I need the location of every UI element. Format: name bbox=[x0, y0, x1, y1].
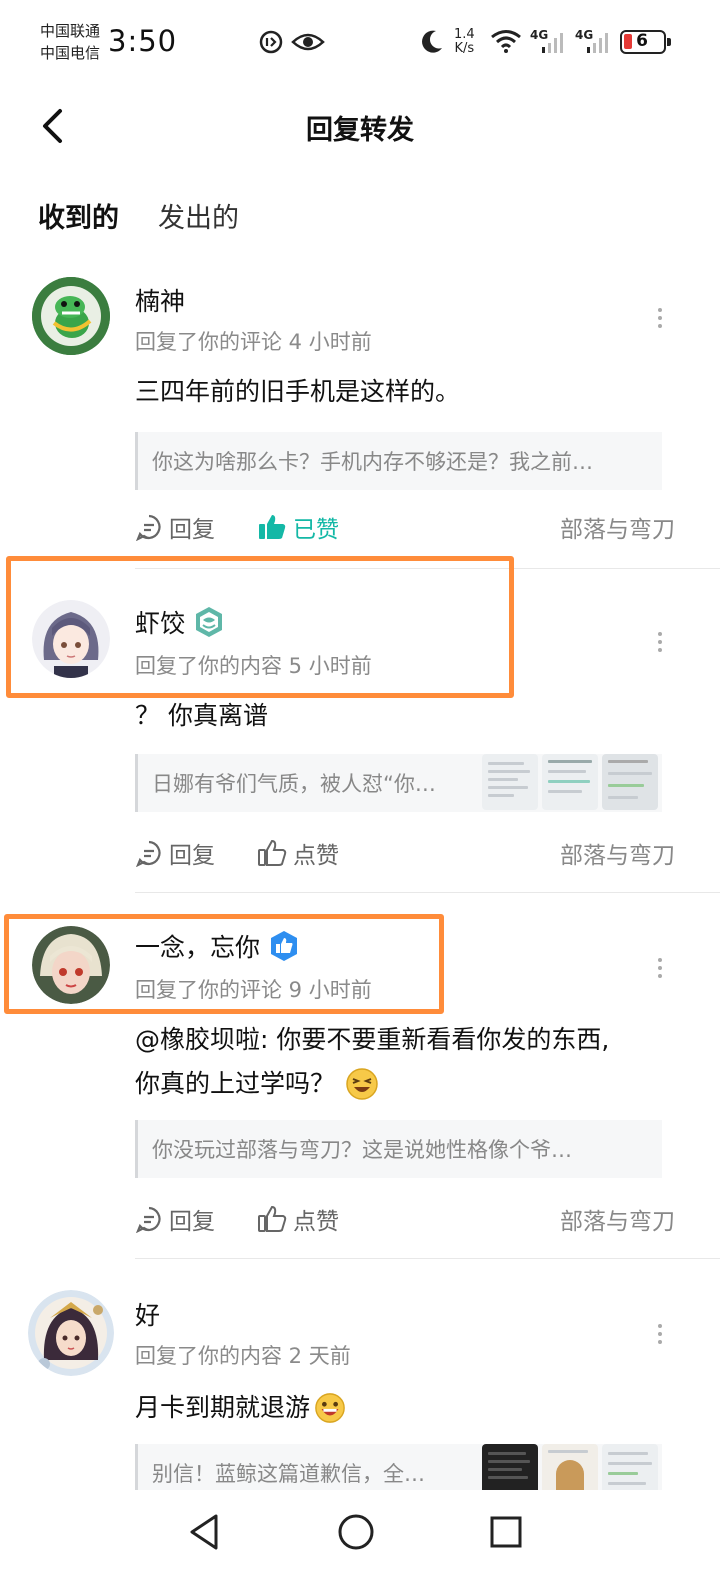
reply-meta: 回复了你的评论 4 小时前 bbox=[135, 330, 372, 354]
grinning-emoji-icon bbox=[315, 1393, 345, 1423]
source-game[interactable]: 部落与弯刀 bbox=[560, 510, 675, 544]
reply-label: 回复 bbox=[169, 517, 215, 543]
signal-2-icon bbox=[587, 33, 608, 53]
quote-text: 你这为啥那么卡？手机内存不够还是？我之前… bbox=[152, 450, 593, 474]
more-options-icon[interactable] bbox=[650, 304, 670, 334]
tab-bar: 收到的 发出的 bbox=[0, 190, 720, 246]
moon-icon bbox=[422, 30, 442, 53]
app-notification-icon bbox=[259, 30, 283, 54]
action-row: 回复 点赞 部落与弯刀 bbox=[135, 836, 675, 872]
quoted-comment[interactable]: 日娜有爷们气质，被人怼“你… bbox=[135, 754, 662, 812]
reply-content-line: @橡胶坝啦: 你要不要重新看看你发的东西, bbox=[135, 1025, 610, 1054]
battery-icon: 6 bbox=[620, 30, 671, 54]
quote-thumbnails bbox=[482, 1444, 658, 1490]
highlight-box bbox=[6, 556, 514, 698]
reply-content[interactable]: 三四年前的旧手机是这样的。 bbox=[135, 370, 695, 414]
thumbs-up-icon bbox=[258, 839, 287, 866]
net-speed: 1.4 K/s bbox=[454, 28, 475, 56]
reply-content[interactable]: @橡胶坝啦: 你要不要重新看看你发的东西, 你真的上过学吗？ bbox=[135, 1018, 695, 1106]
more-options-icon[interactable] bbox=[650, 1320, 670, 1350]
reply-button[interactable]: 回复 bbox=[135, 1202, 215, 1236]
net-speed-value: 1.4 bbox=[454, 27, 475, 42]
like-button[interactable]: 已赞 bbox=[257, 510, 339, 544]
thumbnail-image bbox=[482, 1444, 538, 1490]
quote-text: 你没玩过部落与弯刀？这是说她性格像个爷… bbox=[152, 1138, 572, 1162]
like-button[interactable]: 点赞 bbox=[257, 1202, 339, 1236]
comment-icon bbox=[136, 1206, 161, 1233]
list-item[interactable]: 楠神 回复了你的评论 4 小时前 三四年前的旧手机是这样的。 你这为啥那么卡？手… bbox=[0, 270, 720, 570]
nav-back-icon[interactable] bbox=[186, 1512, 222, 1552]
tab-received[interactable]: 收到的 bbox=[38, 196, 119, 235]
nav-home-icon[interactable] bbox=[336, 1512, 376, 1552]
thumbnail-image bbox=[482, 754, 538, 810]
laughing-emoji-icon bbox=[346, 1068, 378, 1100]
nav-recents-icon[interactable] bbox=[488, 1512, 524, 1552]
quoted-comment[interactable]: 别信！蓝鲸这篇道歉信，全… bbox=[135, 1444, 662, 1490]
thumbnail-image bbox=[602, 1444, 658, 1490]
comment-icon bbox=[136, 514, 161, 541]
avatar[interactable] bbox=[28, 1290, 114, 1376]
avatar-image bbox=[32, 277, 110, 355]
avatar[interactable] bbox=[32, 277, 110, 355]
more-options-icon[interactable] bbox=[650, 954, 670, 984]
reply-button[interactable]: 回复 bbox=[135, 836, 215, 870]
list-item[interactable]: 好 回复了你的内容 2 天前 月卡到期就退游 别信！蓝鲸这篇道歉信，全… bbox=[0, 1262, 720, 1490]
avatar-image bbox=[28, 1290, 114, 1376]
reply-label: 回复 bbox=[169, 1209, 215, 1235]
username[interactable]: 好 bbox=[135, 1296, 160, 1332]
thumbs-up-icon bbox=[258, 1205, 287, 1232]
carrier-2: 中国电信 bbox=[40, 44, 101, 62]
eye-icon bbox=[291, 33, 325, 51]
clock: 3:50 bbox=[108, 24, 178, 58]
quote-thumbnails bbox=[482, 754, 658, 810]
signal-1-icon bbox=[542, 33, 563, 53]
thumbs-up-filled-icon bbox=[259, 515, 286, 539]
carrier-names: 中国联通 中国电信 bbox=[40, 20, 100, 64]
net-speed-unit: K/s bbox=[454, 41, 475, 56]
system-navigation-bar bbox=[0, 1490, 720, 1592]
thumbnail-image bbox=[542, 1444, 598, 1490]
source-game[interactable]: 部落与弯刀 bbox=[560, 1202, 675, 1236]
reply-content[interactable]: ？ 你真离谱 bbox=[135, 694, 695, 738]
action-row: 回复 点赞 部落与弯刀 bbox=[135, 1202, 675, 1238]
status-bar: 中国联通 中国电信 3:50 1.4 K/s 4G 4G 6 bbox=[0, 0, 720, 88]
username-text[interactable]: 好 bbox=[135, 1296, 160, 1332]
quoted-comment[interactable]: 你没玩过部落与弯刀？这是说她性格像个爷… bbox=[135, 1120, 662, 1178]
thumbnail-image bbox=[542, 754, 598, 810]
reply-button[interactable]: 回复 bbox=[135, 510, 215, 544]
thumbnail-image bbox=[602, 754, 658, 810]
divider bbox=[135, 1258, 720, 1259]
reply-meta: 回复了你的内容 2 天前 bbox=[135, 1344, 351, 1368]
reply-content-text: 月卡到期就退游 bbox=[135, 1393, 311, 1422]
like-button[interactable]: 点赞 bbox=[257, 836, 339, 870]
carrier-1: 中国联通 bbox=[40, 22, 101, 40]
quote-text: 别信！蓝鲸这篇道歉信，全… bbox=[152, 1462, 425, 1486]
source-game[interactable]: 部落与弯刀 bbox=[560, 836, 675, 870]
tab-sent[interactable]: 发出的 bbox=[158, 196, 239, 235]
reply-content-text: 你真的上过学吗？ bbox=[135, 1069, 336, 1098]
page-title: 回复转发 bbox=[306, 115, 414, 146]
header: 回复转发 bbox=[0, 88, 720, 164]
username[interactable]: 楠神 bbox=[135, 282, 185, 318]
divider bbox=[135, 892, 720, 893]
wifi-icon bbox=[491, 30, 521, 53]
like-label: 点赞 bbox=[293, 843, 339, 869]
liked-label: 已赞 bbox=[293, 517, 339, 543]
comment-icon bbox=[136, 840, 161, 867]
action-row: 回复 已赞 部落与弯刀 bbox=[135, 510, 675, 546]
quoted-comment[interactable]: 你这为啥那么卡？手机内存不够还是？我之前… bbox=[135, 432, 662, 490]
username-text[interactable]: 楠神 bbox=[135, 282, 185, 318]
quote-text: 日娜有爷们气质，被人怼“你… bbox=[152, 772, 436, 796]
reply-content[interactable]: 月卡到期就退游 bbox=[135, 1386, 695, 1430]
battery-level: 6 bbox=[636, 31, 648, 51]
more-options-icon[interactable] bbox=[650, 628, 670, 658]
reply-content-line: 你真的上过学吗？ bbox=[135, 1062, 695, 1106]
like-label: 点赞 bbox=[293, 1209, 339, 1235]
reply-label: 回复 bbox=[169, 843, 215, 869]
highlight-box bbox=[4, 914, 444, 1014]
